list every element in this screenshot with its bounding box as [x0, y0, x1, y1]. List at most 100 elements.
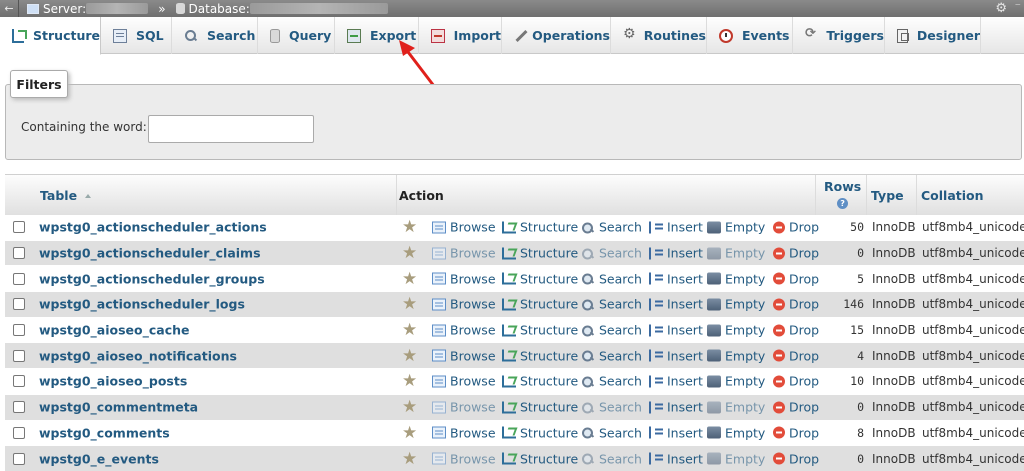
table-row[interactable]: wpstg0_aioseo_posts ★ Browse Structure S… [5, 369, 1024, 395]
favorite-star-icon[interactable]: ★ [402, 397, 417, 417]
favorite-star-icon[interactable]: ★ [402, 243, 417, 263]
empty-action[interactable]: Empty [707, 246, 765, 261]
search-action[interactable]: Search [581, 451, 642, 466]
table-row[interactable]: wpstg0_aioseo_notifications ★ Browse Str… [5, 343, 1024, 370]
browse-action[interactable]: Browse [432, 246, 496, 261]
search-action[interactable]: Search [581, 374, 642, 389]
drop-action[interactable]: Drop [773, 297, 819, 312]
back-arrow-icon[interactable]: ← [0, 2, 18, 15]
insert-action[interactable]: Insert [649, 425, 703, 440]
browse-action[interactable]: Browse [432, 271, 496, 286]
table-row[interactable]: wpstg0_comments ★ Browse Structure Searc… [5, 420, 1024, 447]
breadcrumb-database[interactable]: Database: [175, 2, 388, 16]
structure-action[interactable]: Structure [502, 348, 578, 363]
drop-action[interactable]: Drop [773, 220, 819, 235]
insert-action[interactable]: Insert [649, 246, 703, 261]
row-checkbox[interactable] [13, 375, 25, 388]
insert-action[interactable]: Insert [649, 220, 703, 235]
tab-sql[interactable]: SQL [101, 17, 172, 54]
table-row[interactable]: wpstg0_aioseo_cache ★ Browse Structure S… [5, 317, 1024, 344]
row-checkbox[interactable] [13, 324, 25, 337]
row-checkbox[interactable] [13, 221, 25, 234]
favorite-star-icon[interactable]: ★ [402, 423, 417, 443]
structure-action[interactable]: Structure [502, 400, 578, 415]
structure-action[interactable]: Structure [502, 451, 578, 466]
insert-action[interactable]: Insert [649, 297, 703, 312]
drop-action[interactable]: Drop [773, 425, 819, 440]
help-icon[interactable]: ? [837, 198, 849, 209]
browse-action[interactable]: Browse [432, 348, 496, 363]
empty-action[interactable]: Empty [707, 400, 765, 415]
row-checkbox[interactable] [13, 426, 25, 439]
column-header-collation[interactable]: Collation [921, 188, 984, 203]
browse-action[interactable]: Browse [432, 323, 496, 338]
drop-action[interactable]: Drop [773, 348, 819, 363]
empty-action[interactable]: Empty [707, 220, 765, 235]
table-row[interactable]: wpstg0_commentmeta ★ Browse Structure Se… [5, 394, 1024, 421]
structure-action[interactable]: Structure [502, 271, 578, 286]
table-name-link[interactable]: wpstg0_commentmeta [39, 400, 198, 415]
favorite-star-icon[interactable]: ★ [402, 346, 417, 366]
drop-action[interactable]: Drop [773, 246, 819, 261]
favorite-star-icon[interactable]: ★ [402, 371, 417, 391]
browse-action[interactable]: Browse [432, 425, 496, 440]
table-name-link[interactable]: wpstg0_aioseo_notifications [39, 348, 237, 363]
insert-action[interactable]: Insert [649, 451, 703, 466]
column-header-table[interactable]: Table [40, 188, 92, 203]
empty-action[interactable]: Empty [707, 323, 765, 338]
drop-action[interactable]: Drop [773, 400, 819, 415]
row-checkbox[interactable] [13, 349, 25, 362]
favorite-star-icon[interactable]: ★ [402, 449, 417, 469]
browse-action[interactable]: Browse [432, 297, 496, 312]
empty-action[interactable]: Empty [707, 271, 765, 286]
table-row[interactable]: wpstg0_actionscheduler_groups ★ Browse S… [5, 266, 1024, 293]
drop-action[interactable]: Drop [773, 451, 819, 466]
favorite-star-icon[interactable]: ★ [402, 269, 417, 289]
table-name-link[interactable]: wpstg0_actionscheduler_groups [39, 271, 265, 286]
tab-operations[interactable]: Operations [502, 17, 611, 54]
search-action[interactable]: Search [581, 220, 642, 235]
search-action[interactable]: Search [581, 400, 642, 415]
row-checkbox[interactable] [13, 298, 25, 311]
insert-action[interactable]: Insert [649, 374, 703, 389]
table-name-link[interactable]: wpstg0_e_events [39, 451, 159, 466]
table-row[interactable]: wpstg0_actionscheduler_claims ★ Browse S… [5, 240, 1024, 267]
tab-designer[interactable]: Designer [885, 17, 981, 54]
drop-action[interactable]: Drop [773, 271, 819, 286]
table-row[interactable]: wpstg0_actionscheduler_actions ★ Browse … [5, 215, 1024, 241]
tab-search[interactable]: Search [172, 17, 258, 54]
filter-word-input[interactable] [148, 115, 314, 143]
row-checkbox[interactable] [13, 452, 25, 465]
drop-action[interactable]: Drop [773, 323, 819, 338]
column-header-rows[interactable]: Rows ? [824, 179, 861, 209]
table-name-link[interactable]: wpstg0_actionscheduler_logs [39, 297, 245, 312]
empty-action[interactable]: Empty [707, 374, 765, 389]
search-action[interactable]: Search [581, 425, 642, 440]
browse-action[interactable]: Browse [432, 400, 496, 415]
structure-action[interactable]: Structure [502, 374, 578, 389]
tab-triggers[interactable]: Triggers [793, 17, 885, 54]
breadcrumb-server[interactable]: Server: [27, 2, 149, 16]
search-action[interactable]: Search [581, 297, 642, 312]
favorite-star-icon[interactable]: ★ [402, 217, 417, 237]
search-action[interactable]: Search [581, 246, 642, 261]
table-name-link[interactable]: wpstg0_actionscheduler_actions [39, 220, 267, 235]
table-name-link[interactable]: wpstg0_actionscheduler_claims [39, 246, 261, 261]
insert-action[interactable]: Insert [649, 271, 703, 286]
collapse-icon[interactable]: ⁻ [1015, 0, 1021, 13]
gear-icon[interactable]: ⚙ [995, 1, 1007, 16]
row-checkbox[interactable] [13, 247, 25, 260]
empty-action[interactable]: Empty [707, 451, 765, 466]
column-header-type[interactable]: Type [871, 188, 904, 203]
structure-action[interactable]: Structure [502, 246, 578, 261]
empty-action[interactable]: Empty [707, 297, 765, 312]
tab-events[interactable]: Events [707, 17, 793, 54]
browse-action[interactable]: Browse [432, 374, 496, 389]
empty-action[interactable]: Empty [707, 425, 765, 440]
tab-query[interactable]: Query [258, 17, 335, 54]
browse-action[interactable]: Browse [432, 220, 496, 235]
insert-action[interactable]: Insert [649, 348, 703, 363]
favorite-star-icon[interactable]: ★ [402, 320, 417, 340]
tab-structure[interactable]: Structure [0, 17, 101, 55]
structure-action[interactable]: Structure [502, 297, 578, 312]
